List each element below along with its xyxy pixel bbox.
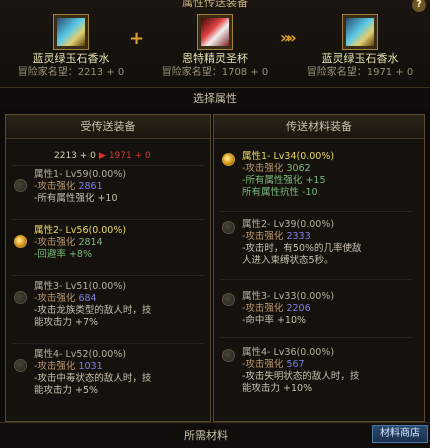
- material-equipment-panel: 传送材料装备 属性1- Lv34(0.00%) -攻击强化 3062 -所有属性…: [213, 114, 425, 422]
- help-icon[interactable]: ?: [412, 0, 426, 12]
- attr-desc: -所有属性强化 +15: [242, 175, 326, 186]
- radio-button[interactable]: [222, 293, 235, 306]
- attr-header: 属性1- Lv34(0.00%): [242, 151, 335, 162]
- material-item-fame: 冒险家名望：1708 + 0: [161, 67, 269, 78]
- attr-sub-value: 2206: [286, 303, 311, 314]
- attr-sub-value: 567: [286, 359, 305, 370]
- select-attribute-title: 选择属性: [0, 88, 430, 110]
- attr-desc-cont: 能攻击力 +7%: [34, 317, 99, 328]
- radio-button-selected[interactable]: [222, 153, 235, 166]
- attr-sub-value: 684: [78, 293, 97, 304]
- result-item-name: 蓝灵绿玉石香水: [321, 52, 399, 65]
- target-item-fame: 冒险家名望：2213 + 0: [17, 67, 125, 78]
- attr-desc-cont: 能攻击力 +5%: [34, 385, 99, 396]
- radio-button[interactable]: [14, 291, 27, 304]
- attr-sub-label: -攻击强化: [242, 163, 284, 174]
- radio-button[interactable]: [14, 359, 27, 372]
- attr-sub-value: 2814: [78, 237, 103, 248]
- attr-sub-value: 3062: [286, 163, 311, 174]
- target-item-name: 蓝灵绿玉石香水: [32, 52, 110, 65]
- attr-desc: -命中率 +10%: [242, 315, 307, 326]
- result-item-slot[interactable]: [342, 14, 378, 50]
- attr-sub-value: 2333: [286, 231, 311, 242]
- radio-button[interactable]: [14, 179, 27, 192]
- page-title: 属性传送装备: [182, 0, 248, 9]
- fame-to: 1971 + 0: [108, 151, 151, 161]
- attr-header: 属性2- Lv39(0.00%): [242, 219, 335, 230]
- attr-sub-value: 2861: [78, 181, 103, 192]
- divider: [220, 211, 412, 212]
- required-materials-bar: 所需材料 材料商店: [0, 422, 430, 448]
- attr-sub-label: -攻击强化: [34, 181, 76, 192]
- attr-desc: -攻击失明状态的敌人时，技: [242, 371, 360, 382]
- attr-sub-label: -攻击强化: [34, 237, 76, 248]
- divider: [12, 275, 204, 276]
- chalice-icon: [201, 18, 229, 46]
- attr-desc: -回避率 +8%: [34, 249, 92, 260]
- divider: [12, 219, 204, 220]
- perfume-bottle-icon: [346, 18, 374, 46]
- required-materials-label: 所需材料: [184, 429, 228, 442]
- target-panel-title: 受传送装备: [6, 115, 210, 139]
- attr-desc-cont: 人进入束缚状态5秒。: [242, 255, 334, 266]
- target-item-slot[interactable]: [53, 14, 89, 50]
- material-panel-title: 传送材料装备: [214, 115, 424, 139]
- material-shop-button[interactable]: 材料商店: [372, 425, 428, 443]
- attr-sub-label: -攻击强化: [242, 359, 284, 370]
- divider: [12, 343, 204, 344]
- attr-sub-label: -攻击强化: [242, 303, 284, 314]
- arrow-right-icon: ▶: [98, 151, 106, 161]
- attr-header: 属性4- Lv52(0.00%): [34, 349, 127, 360]
- perfume-bottle-icon: [57, 18, 85, 46]
- transfer-header: 属性传送装备 ? 蓝灵绿玉石香水 冒险家名望：2213 + 0 + 恩特精灵圣杯…: [0, 0, 430, 88]
- plus-icon: +: [129, 28, 145, 49]
- attr-header: 属性2- Lv56(0.00%): [34, 225, 127, 236]
- attr-header: 属性3- Lv33(0.00%): [242, 291, 335, 302]
- divider: [12, 165, 204, 166]
- attr-desc: -攻击龙族类型的敌人时，技: [34, 305, 152, 316]
- result-item-fame: 冒险家名望：1971 + 0: [306, 67, 414, 78]
- attr-desc-cont: 能攻击力 +10%: [242, 383, 313, 394]
- radio-button[interactable]: [222, 349, 235, 362]
- target-equipment-panel: 受传送装备 2213 + 0 ▶ 1971 + 0 属性1- Lv59(0.00%)…: [5, 114, 211, 422]
- attr-sub-label: -攻击强化: [34, 293, 76, 304]
- fame-from: 2213 + 0: [54, 151, 96, 161]
- attr-sub-label: -攻击强化: [34, 361, 76, 372]
- attr-sub-label: -攻击强化: [242, 231, 284, 242]
- attr-header: 属性4- Lv36(0.00%): [242, 347, 335, 358]
- attr-header: 属性1- Lv59(0.00%): [34, 169, 127, 180]
- radio-button-selected[interactable]: [14, 235, 27, 248]
- attr-header: 属性3- Lv51(0.00%): [34, 281, 127, 292]
- material-item-slot[interactable]: [197, 14, 233, 50]
- double-arrow-icon: »»: [280, 28, 297, 47]
- attr-desc: -所有属性强化 +10: [34, 193, 118, 204]
- attr-sub-value: 1031: [78, 361, 103, 372]
- attr-desc-cont: 所有属性抗性 -10: [242, 187, 318, 198]
- attr-desc: -攻击时，有50%的几率使敌: [242, 243, 362, 254]
- divider: [220, 337, 412, 338]
- material-item-name: 恩特精灵圣杯: [182, 52, 248, 65]
- fame-comparison: 2213 + 0 ▶ 1971 + 0: [54, 151, 151, 161]
- attr-desc: -攻击中毒状态的敌人时，技: [34, 373, 152, 384]
- divider: [220, 279, 412, 280]
- radio-button[interactable]: [222, 221, 235, 234]
